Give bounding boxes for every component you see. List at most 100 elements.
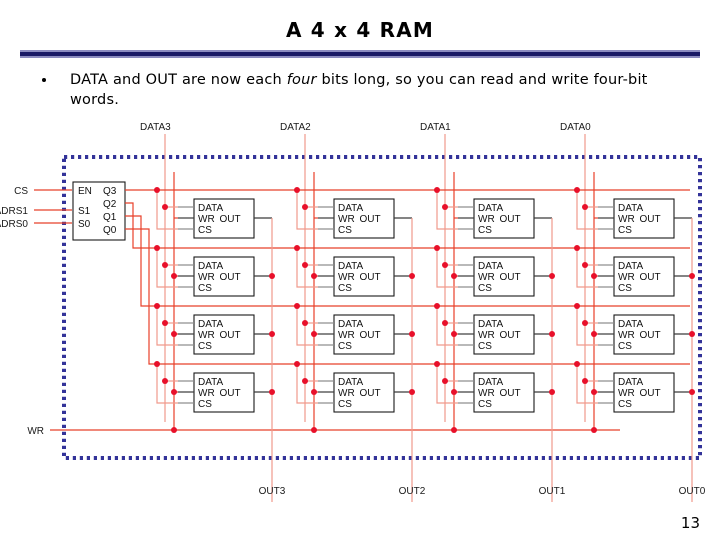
cell-output-out: OUT	[499, 214, 520, 225]
bullet-text: DATA and OUT are now each four bits long…	[70, 70, 690, 110]
out-bus-group: OUT3 OUT2 OUT1 OUT0	[259, 486, 706, 497]
cell-input-wr: WR	[198, 272, 215, 283]
junction-dot	[451, 331, 457, 337]
cell-output-out: OUT	[359, 214, 380, 225]
junction-dot	[591, 331, 597, 337]
cell-input-data: DATA	[198, 377, 224, 388]
memory-cell: DATA WR CS OUT	[178, 372, 272, 413]
junction-dot	[162, 320, 168, 326]
junction-dot	[409, 331, 415, 337]
junction-dot	[294, 187, 300, 193]
junction-dot	[574, 361, 580, 367]
bullet-marker	[42, 78, 46, 82]
junction-dot	[574, 245, 580, 251]
cell-output-out: OUT	[499, 388, 520, 399]
junction-dot	[434, 361, 440, 367]
cell-input-wr: WR	[618, 214, 635, 225]
cell-output-out: OUT	[359, 330, 380, 341]
cell-input-cs: CS	[338, 283, 352, 294]
cell-input-cs: CS	[478, 399, 492, 410]
decoder-output-q1: Q1	[103, 212, 117, 223]
decoder-output-q0: Q0	[103, 225, 117, 236]
junction-dot	[294, 303, 300, 309]
address-decoder: EN S1 S0 Q3 Q2 Q1 Q0	[72, 181, 126, 241]
cell-output-out: OUT	[219, 272, 240, 283]
cell-input-wr: WR	[618, 388, 635, 399]
cell-input-wr: WR	[198, 214, 215, 225]
cs-tap	[296, 248, 318, 288]
title-divider	[20, 50, 700, 58]
cell-input-wr: WR	[198, 330, 215, 341]
cell-output-out: OUT	[639, 388, 660, 399]
cell-input-data: DATA	[198, 319, 224, 330]
cell-output-out: OUT	[639, 330, 660, 341]
junction-dot	[154, 245, 160, 251]
junction-dot	[582, 320, 588, 326]
junction-dot	[549, 273, 555, 279]
cell-output-out: OUT	[639, 272, 660, 283]
cell-input-cs: CS	[618, 283, 632, 294]
page-number: 13	[680, 514, 700, 532]
junction-dot	[162, 204, 168, 210]
junction-dot	[582, 378, 588, 384]
memory-cell-row: DATA WR CS OUT DATA WR CS OUT DATA WR CS	[178, 198, 692, 239]
cell-input-wr: WR	[338, 214, 355, 225]
cell-input-cs: CS	[338, 341, 352, 352]
junction-dot	[302, 378, 308, 384]
cs-tap	[576, 364, 598, 404]
memory-cell: DATA WR CS OUT	[178, 314, 272, 355]
cell-output-out: OUT	[219, 388, 240, 399]
junction-dot	[269, 331, 275, 337]
decoder-output-q3: Q3	[103, 186, 117, 197]
cell-input-cs: CS	[338, 225, 352, 236]
cell-input-data: DATA	[478, 203, 504, 214]
memory-cell: DATA WR CS OUT	[458, 256, 552, 297]
cell-input-wr: WR	[618, 272, 635, 283]
memory-cell-row: DATA WR CS OUT DATA WR CS OUT DATA WR CS…	[178, 314, 692, 355]
out-bus-label-3: OUT3	[259, 486, 286, 497]
junction-dot	[451, 389, 457, 395]
memory-cell: DATA WR CS OUT	[178, 198, 272, 239]
cs-tap	[436, 248, 458, 288]
decoder-input-en: EN	[78, 186, 92, 197]
cell-input-cs: CS	[478, 341, 492, 352]
cell-output-out: OUT	[219, 214, 240, 225]
memory-cell: DATA WR CS OUT	[458, 314, 552, 355]
cell-output-out: OUT	[219, 330, 240, 341]
data-bus-label-1: DATA1	[420, 122, 451, 133]
cs-tap	[296, 190, 318, 230]
memory-cell: DATA WR CS OUT	[318, 256, 412, 297]
junction-dot	[549, 331, 555, 337]
cell-input-wr: WR	[478, 214, 495, 225]
cell-input-wr: WR	[478, 388, 495, 399]
junction-dot	[434, 187, 440, 193]
cell-input-wr: WR	[198, 388, 215, 399]
cs-tap	[576, 306, 598, 346]
cell-input-wr: WR	[618, 330, 635, 341]
decoder-output-q2: Q2	[103, 199, 117, 210]
input-label-cs: CS	[14, 186, 28, 197]
cell-output-out: OUT	[359, 272, 380, 283]
cell-input-wr: WR	[338, 272, 355, 283]
cell-input-data: DATA	[618, 203, 644, 214]
junction-dot	[171, 427, 177, 433]
cell-input-data: DATA	[338, 319, 364, 330]
junction-dot	[582, 262, 588, 268]
cell-input-cs: CS	[338, 399, 352, 410]
cell-input-data: DATA	[478, 319, 504, 330]
junction-dot	[409, 273, 415, 279]
cell-input-wr: WR	[478, 272, 495, 283]
junction-dot	[154, 361, 160, 367]
wr-taps	[174, 217, 598, 393]
junction-dot	[451, 427, 457, 433]
junction-dot	[591, 389, 597, 395]
cell-input-cs: CS	[618, 225, 632, 236]
ram-schematic-diagram: DATA3 DATA2 DATA1 DATA0 CS ADRS1 ADRS0 W…	[0, 112, 720, 512]
junction-dot	[689, 273, 695, 279]
junction-dot	[171, 389, 177, 395]
cs-tap	[436, 190, 458, 230]
cell-input-data: DATA	[338, 203, 364, 214]
junction-dot	[451, 273, 457, 279]
junction-dot	[311, 389, 317, 395]
junction-dot	[442, 378, 448, 384]
